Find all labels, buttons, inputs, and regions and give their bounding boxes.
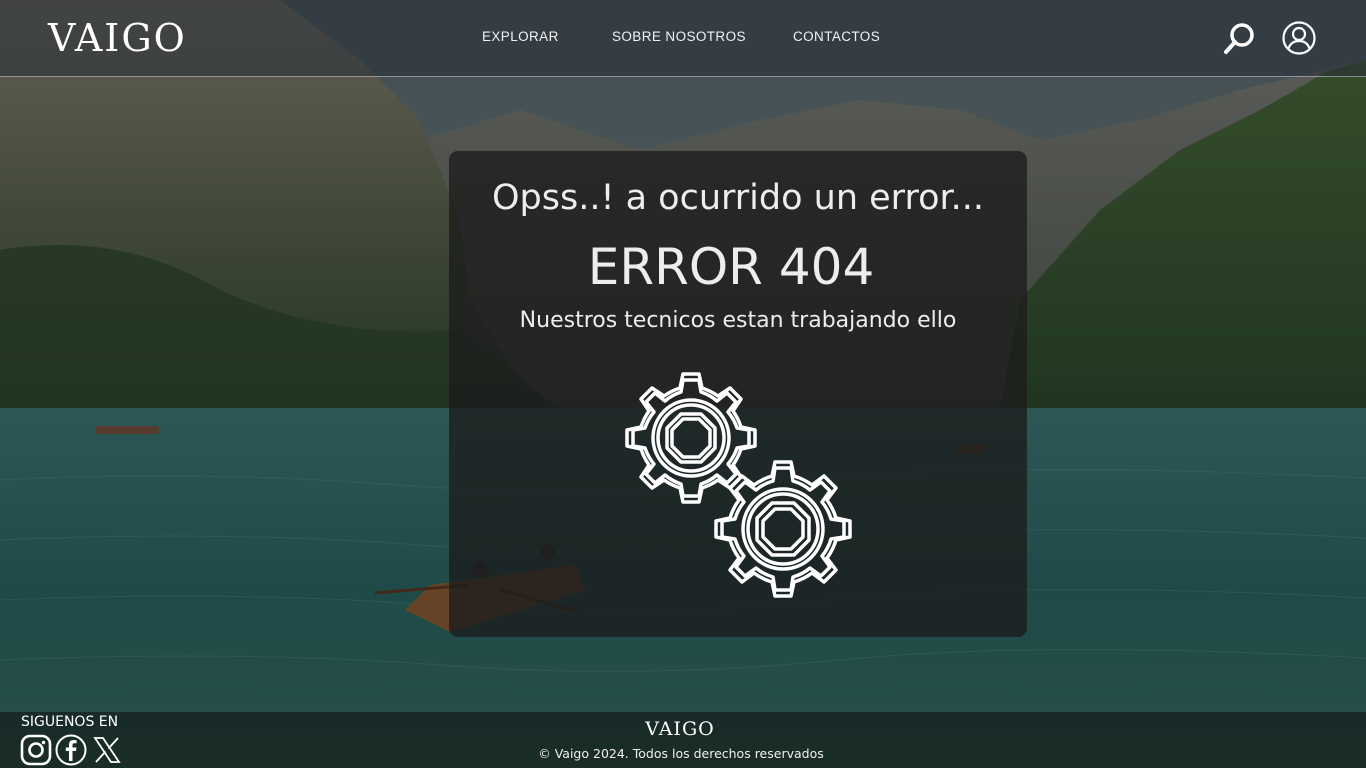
search-icon: [1224, 23, 1254, 54]
error-message: Nuestros tecnicos estan trabajando ello: [519, 308, 957, 333]
nav-contactos-link[interactable]: CONTACTOS: [793, 29, 880, 44]
user-circle-icon: [1282, 21, 1316, 55]
search-button[interactable]: [1222, 20, 1258, 56]
site-footer: SIGUENOS EN VAIGO © Vaigo 2024. Todos lo…: [0, 712, 1366, 768]
page: VAIGO EXPLORAR SOBRE NOSOTROS CONTACTOS …: [0, 0, 1366, 768]
main-nav: EXPLORAR SOBRE NOSOTROS CONTACTOS: [0, 29, 1366, 49]
site-header: VAIGO EXPLORAR SOBRE NOSOTROS CONTACTOS: [0, 0, 1366, 77]
error-title: Opss..! a ocurrido un error...: [491, 178, 985, 218]
user-account-button[interactable]: [1281, 20, 1317, 56]
nav-sobre-nosotros-link[interactable]: SOBRE NOSOTROS: [612, 29, 746, 44]
nav-explorar-link[interactable]: EXPLORAR: [482, 29, 559, 44]
error-code: ERROR 404: [587, 238, 875, 296]
copyright-text: © Vaigo 2024. Todos los derechos reserva…: [538, 746, 824, 761]
gears-icon: [620, 366, 860, 606]
footer-logo: VAIGO: [645, 718, 715, 740]
